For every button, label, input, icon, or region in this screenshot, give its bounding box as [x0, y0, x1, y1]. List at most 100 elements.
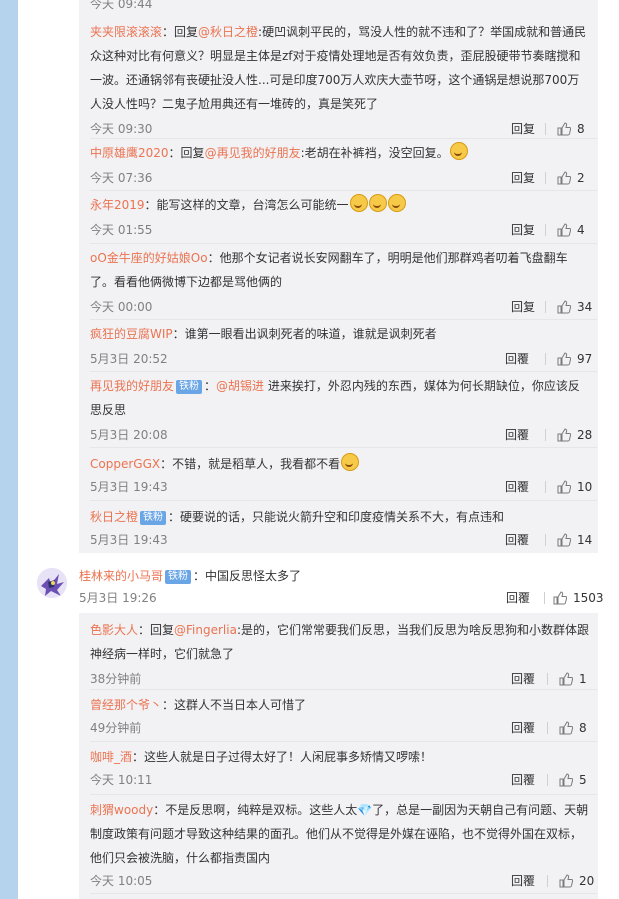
comment-time: 49分钟前 [90, 721, 142, 735]
avatar[interactable] [37, 568, 67, 598]
comment-meta: 今天 00:00 回复 34 [90, 297, 593, 317]
comment-meta: 49分钟前 回覆 8 [90, 718, 590, 738]
reply-button[interactable]: 回复 [511, 119, 535, 139]
divider [545, 534, 546, 546]
username-link[interactable]: 咖啡_酒 [90, 750, 132, 764]
fan-badge: 铁粉 [140, 511, 167, 525]
comment-meta: 今天 10:11 回覆 5 [90, 770, 590, 790]
username-link[interactable]: CopperGGX [90, 457, 160, 471]
comment-time: 5月3日 19:26 [79, 591, 157, 605]
comment-text: 曾经那个爷丶：这群人不当日本人可惜了 [90, 693, 590, 717]
grin-emoji-icon [449, 142, 468, 160]
reply-button[interactable]: 回覆 [505, 530, 529, 550]
comment-text: 夹夹限滚滚滚：回复@秋日之橙:硬凹讽刺平民的，骂没人性的就不违和了？举国成就和普… [90, 20, 590, 116]
laugh-emoji-icon [349, 194, 368, 212]
comment-time: 今天 09:30 [90, 122, 153, 136]
reply-prefix: ：回复 [138, 623, 175, 637]
username-link[interactable]: 再见我的好朋友 [90, 379, 174, 393]
mention-link[interactable]: @秋日之橙 [198, 25, 258, 39]
comment-text: 秋日之橙 铁粉 ：硬要说的话，只能说火箭升空和印度疫情关系不大，有点违和 [90, 505, 590, 529]
comment-meta: 今天 09:44 [90, 0, 590, 14]
like-count: 34 [577, 300, 593, 314]
like-count: 20 [579, 874, 595, 888]
comment-text: 桂林来的小马哥 铁粉 ：中国反思怪太多了 [79, 564, 599, 588]
comment-text: 咖啡_酒：这些人就是日子过得太好了！人闲屁事多矫情又啰嗦！ [90, 745, 590, 769]
divider [544, 592, 545, 604]
list-item: CopperGGX：不错，就是稻草人，我看都不看 5月3日 19:43 回覆 1… [90, 452, 592, 497]
thumbs-up-icon [559, 721, 573, 735]
mention-link[interactable]: @再见我的好朋友 [205, 146, 301, 160]
comment-text: 刺猬woody：不是反思啊，纯粹是双标。这些人太💎了，总是一副因为天朝自己有问题… [90, 798, 590, 870]
divider [90, 447, 597, 448]
username-link[interactable]: 永年2019 [90, 198, 145, 212]
comment-text: 再见我的好朋友 铁粉 ：@胡锡进 进来挨打，外忍内残的东西，媒体为何长期缺位，你应该… [90, 374, 590, 422]
fan-badge: 铁粉 [176, 380, 203, 394]
reply-button[interactable]: 回覆 [506, 588, 530, 608]
username-link[interactable]: 刺猬woody [90, 803, 153, 817]
comment-time: 5月3日 20:52 [90, 352, 168, 366]
comment-text: CopperGGX：不错，就是稻草人，我看都不看 [90, 452, 590, 476]
thumbs-up-icon [557, 352, 571, 366]
like-count: 4 [577, 223, 585, 237]
list-item: 刺猬woody：不是反思啊，纯粹是双标。这些人太💎了，总是一副因为天朝自己有问题… [90, 798, 594, 891]
comment-text: 色影大人：回复@Fingerlia:是的，它们常常要我们反思，当我们反思为啥反思… [90, 618, 590, 666]
thumbs-up-icon [557, 533, 571, 547]
like-count: 28 [577, 428, 593, 442]
username-link[interactable]: oO金牛座的好姑娘Oo [90, 251, 208, 265]
list-item: 再见我的好朋友 铁粉 ：@胡锡进 进来挨打，外忍内残的东西，媒体为何长期缺位，你应该… [90, 374, 593, 445]
list-item: 疯狂的豆腐WIP：谁第一眼看出讽刺死者的味道，谁就是讽刺死者 5月3日 20:5… [90, 322, 592, 369]
divider [90, 893, 597, 894]
like-count: 5 [579, 773, 587, 787]
reply-button[interactable]: 回覆 [511, 871, 535, 891]
comment-body: ：这些人就是日子过得太好了！人闲屁事多矫情又啰嗦！ [132, 750, 433, 764]
divider [545, 224, 546, 236]
reply-button[interactable]: 回覆 [505, 425, 529, 445]
username-link[interactable]: 秋日之橙 [90, 510, 138, 524]
divider [90, 243, 597, 244]
divider [545, 429, 546, 441]
comment-time: 今天 09:44 [90, 0, 153, 11]
divider [545, 301, 546, 313]
comment-meta: 今天 07:36 回复 2 [90, 168, 590, 188]
comment-text: 中原雄鹰2020：回复@再见我的好朋友:老胡在补裤裆，没空回复。 [90, 141, 590, 165]
like-count: 1503 [573, 591, 604, 605]
divider [90, 319, 597, 320]
reply-button[interactable]: 回覆 [511, 770, 535, 790]
reply-button[interactable]: 回复 [511, 168, 535, 188]
laugh-emoji-icon [387, 194, 406, 212]
username-link[interactable]: 色影大人 [90, 623, 138, 637]
username-link[interactable]: 夹夹限滚滚滚 [90, 25, 162, 39]
divider [90, 138, 597, 139]
reply-prefix: ：回复 [168, 146, 205, 160]
comment-body: ：硬要说的话，只能说火箭升空和印度疫情关系不大，有点违和 [168, 510, 505, 524]
list-item: 色影大人：回复@Fingerlia:是的，它们常常要我们反思，当我们反思为啥反思… [90, 618, 590, 689]
thumbs-up-icon [557, 480, 571, 494]
divider [547, 875, 548, 887]
thumbs-up-icon [559, 874, 573, 888]
reply-button[interactable]: 回复 [511, 220, 535, 240]
comment-time: 今天 10:05 [90, 874, 153, 888]
list-item: 永年2019：能写这样的文章，台湾怎么可能统一 今天 01:55 回复 4 [90, 193, 590, 240]
list-item: 今天 09:44 [90, 0, 590, 14]
username-link[interactable]: 疯狂的豆腐WIP [90, 327, 173, 341]
thumbs-up-icon [557, 300, 571, 314]
username-link[interactable]: 曾经那个爷丶 [90, 698, 162, 712]
reply-button[interactable]: 回覆 [511, 718, 535, 738]
thumbs-up-icon [557, 171, 571, 185]
reply-button[interactable]: 回覆 [505, 349, 529, 369]
comment-time: 今天 00:00 [90, 300, 153, 314]
username-link[interactable]: 桂林来的小马哥 [79, 569, 163, 583]
like-count: 1 [579, 672, 587, 686]
divider [547, 722, 548, 734]
mention-link[interactable]: @Fingerlia [174, 623, 237, 637]
comment-time: 今天 10:11 [90, 773, 153, 787]
reply-button[interactable]: 回覆 [511, 669, 535, 689]
comment-body: ：不是反思啊，纯粹是双标。这些人太💎了，总是一副因为天朝自己有问题、天朝制度政策… [90, 803, 589, 865]
reply-button[interactable]: 回覆 [505, 477, 529, 497]
thumbs-up-icon [559, 773, 573, 787]
reply-button[interactable]: 回复 [511, 297, 535, 317]
mention-link[interactable]: @胡锡进 [216, 379, 264, 393]
reply-prefix: ：回复 [162, 25, 199, 39]
comment-body: ：谁第一眼看出讽刺死者的味道，谁就是讽刺死者 [172, 327, 437, 341]
username-link[interactable]: 中原雄鹰2020 [90, 146, 169, 160]
